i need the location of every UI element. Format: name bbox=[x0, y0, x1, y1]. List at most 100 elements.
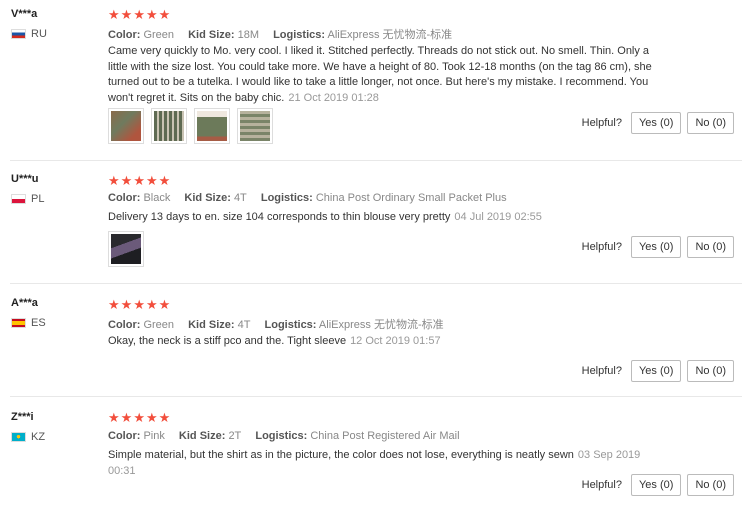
reviewer-name: V***a bbox=[11, 8, 38, 20]
helpful-yes-button[interactable]: Yes (0) bbox=[630, 474, 682, 496]
logistics-label: Logistics: bbox=[260, 192, 313, 204]
reviewer-country: RU bbox=[11, 28, 47, 40]
star-icon: ★ bbox=[133, 7, 145, 22]
country-code: PL bbox=[31, 193, 45, 205]
reviewer-name: A***a bbox=[11, 297, 38, 309]
kid-size-value: 2T bbox=[228, 430, 242, 442]
flag-pl-icon bbox=[11, 194, 26, 204]
color-label: Color: bbox=[108, 192, 141, 204]
star-icon: ★ bbox=[133, 297, 145, 312]
review-photo[interactable] bbox=[194, 108, 230, 144]
helpful-vote: Helpful? Yes (0) No (0) bbox=[582, 360, 734, 382]
review-text: Came very quickly to Mo. very cool. I li… bbox=[108, 44, 668, 106]
color-label: Color: bbox=[108, 29, 141, 41]
review-attributes: Color: Pink Kid Size: 2T Logistics: Chin… bbox=[108, 430, 471, 442]
helpful-no-button[interactable]: No (0) bbox=[687, 112, 734, 134]
review-photo[interactable] bbox=[108, 231, 144, 267]
star-icon: ★ bbox=[145, 173, 158, 188]
helpful-yes-button[interactable]: Yes (0) bbox=[630, 112, 682, 134]
star-icon: ★ bbox=[145, 410, 158, 425]
review-text: Okay, the neck is a stiff pco and the. T… bbox=[108, 334, 668, 350]
helpful-yes-button[interactable]: Yes (0) bbox=[630, 360, 682, 382]
helpful-vote: Helpful? Yes (0) No (0) bbox=[582, 474, 734, 496]
review-date: 04 Jul 2019 02:55 bbox=[454, 211, 542, 223]
review-divider bbox=[10, 160, 742, 161]
star-icon: ★ bbox=[158, 297, 171, 312]
review-divider bbox=[10, 283, 742, 284]
logistics-label: Logistics: bbox=[273, 29, 326, 41]
star-icon: ★ bbox=[120, 7, 133, 22]
color-value: Green bbox=[143, 319, 175, 331]
star-icon: ★ bbox=[108, 7, 120, 22]
logistics-value: AliExpress 无忧物流-标准 bbox=[318, 319, 444, 331]
logistics-value: AliExpress 无忧物流-标准 bbox=[327, 29, 453, 41]
logistics-label: Logistics: bbox=[264, 319, 317, 331]
country-code: ES bbox=[31, 317, 46, 329]
star-icon: ★ bbox=[108, 297, 120, 312]
helpful-no-button[interactable]: No (0) bbox=[687, 474, 734, 496]
country-code: KZ bbox=[31, 431, 46, 443]
kid-size-label: Kid Size: bbox=[188, 29, 235, 41]
star-icon: ★ bbox=[133, 173, 145, 188]
review-photos bbox=[108, 108, 273, 144]
review-text: Delivery 13 days to en. size 104 corresp… bbox=[108, 210, 668, 226]
star-icon: ★ bbox=[133, 410, 145, 425]
logistics-label: Logistics: bbox=[255, 430, 308, 442]
flag-ru-icon bbox=[11, 29, 26, 39]
helpful-label: Helpful? bbox=[581, 117, 622, 129]
star-icon: ★ bbox=[108, 410, 120, 425]
star-icon: ★ bbox=[108, 173, 120, 188]
star-icon: ★ bbox=[120, 297, 133, 312]
star-icon: ★ bbox=[120, 410, 133, 425]
reviewer-name: Z***i bbox=[11, 411, 34, 423]
review-divider bbox=[10, 396, 742, 397]
star-icon: ★ bbox=[158, 173, 171, 188]
star-icon: ★ bbox=[158, 7, 171, 22]
review-body: Delivery 13 days to en. size 104 corresp… bbox=[108, 211, 451, 223]
star-rating: ★ ★ ★ ★ ★ bbox=[108, 174, 170, 187]
star-rating: ★ ★ ★ ★ ★ bbox=[108, 298, 170, 311]
review-attributes: Color: Green Kid Size: 18M Logistics: Al… bbox=[108, 26, 463, 42]
review-date: 21 Oct 2019 01:28 bbox=[288, 91, 379, 104]
star-icon: ★ bbox=[158, 410, 171, 425]
country-code: RU bbox=[31, 28, 47, 40]
review-body: Came very quickly to Mo. very cool. I li… bbox=[108, 45, 652, 104]
helpful-vote: Helpful? Yes (0) No (0) bbox=[582, 236, 734, 258]
kid-size-value: 4T bbox=[237, 319, 251, 331]
color-value: Pink bbox=[143, 430, 165, 442]
reviewer-country: KZ bbox=[11, 431, 45, 443]
review-photo[interactable] bbox=[151, 108, 187, 144]
star-icon: ★ bbox=[120, 173, 133, 188]
kid-size-value: 4T bbox=[233, 192, 247, 204]
review-date: 12 Oct 2019 01:57 bbox=[350, 335, 441, 347]
kid-size-label: Kid Size: bbox=[188, 319, 235, 331]
color-label: Color: bbox=[108, 319, 141, 331]
reviewer-name: U***u bbox=[11, 173, 39, 185]
reviewer-country: PL bbox=[11, 193, 44, 205]
review-photo[interactable] bbox=[237, 108, 273, 144]
review-body: Okay, the neck is a stiff pco and the. T… bbox=[108, 335, 347, 347]
reviewer-country: ES bbox=[11, 317, 46, 329]
helpful-vote: Helpful? Yes (0) No (0) bbox=[582, 112, 734, 134]
helpful-no-button[interactable]: No (0) bbox=[687, 236, 734, 258]
kid-size-label: Kid Size: bbox=[184, 192, 231, 204]
star-rating: ★ ★ ★ ★ ★ bbox=[108, 411, 170, 424]
star-rating: ★ ★ ★ ★ ★ bbox=[108, 8, 170, 21]
helpful-no-button[interactable]: No (0) bbox=[687, 360, 734, 382]
color-value: Green bbox=[143, 29, 175, 41]
logistics-value: China Post Registered Air Mail bbox=[310, 430, 460, 442]
logistics-value: China Post Ordinary Small Packet Plus bbox=[315, 192, 507, 204]
review-photos bbox=[108, 231, 144, 267]
kid-size-value: 18M bbox=[237, 29, 260, 41]
color-label: Color: bbox=[108, 430, 141, 442]
flag-es-icon bbox=[11, 318, 26, 328]
star-icon: ★ bbox=[145, 7, 158, 22]
review-attributes: Color: Green Kid Size: 4T Logistics: Ali… bbox=[108, 316, 455, 332]
flag-kz-icon bbox=[11, 432, 26, 442]
review-photo[interactable] bbox=[108, 108, 144, 144]
helpful-label: Helpful? bbox=[581, 365, 622, 377]
review-body: Simple material, but the shirt as in the… bbox=[108, 449, 574, 461]
kid-size-label: Kid Size: bbox=[178, 430, 226, 442]
helpful-label: Helpful? bbox=[581, 241, 622, 253]
helpful-yes-button[interactable]: Yes (0) bbox=[630, 236, 682, 258]
